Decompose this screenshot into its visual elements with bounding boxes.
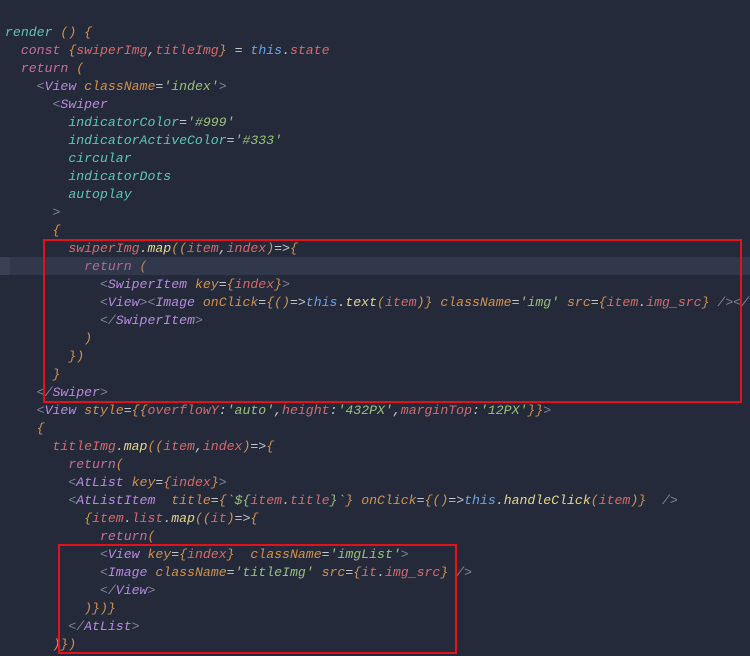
gutter-indicator (0, 257, 10, 275)
code-block[interactable]: render () { const {swiperImg,titleImg} =… (5, 6, 750, 656)
code-editor[interactable]: render () { const {swiperImg,titleImg} =… (0, 0, 750, 656)
